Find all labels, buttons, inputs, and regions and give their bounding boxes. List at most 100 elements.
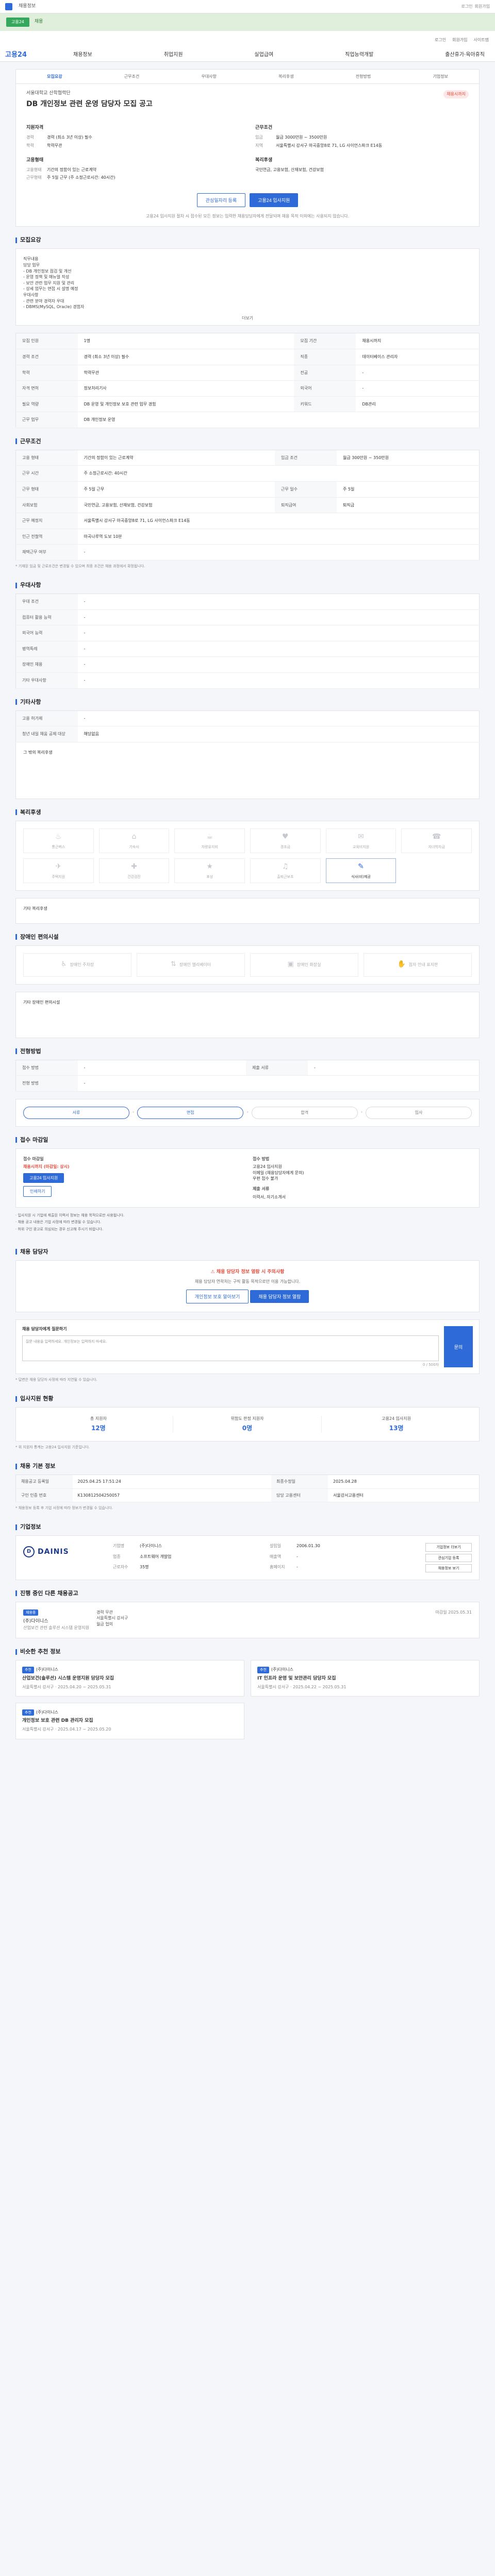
pref_table-row: 기타 우대사항 - [15,672,480,689]
banner-text: 채용 [34,19,43,25]
inquiry-submit-button[interactable]: 문의 [444,1326,473,1367]
process_table-row: 접수 방법 - 제출 서류 - [15,1060,480,1076]
table-key: 구인 인증 번호 [15,1488,73,1503]
desc-line: - 운영 정책 및 매뉴얼 작성 [23,275,70,280]
company-info-key: 매출액 [270,1554,282,1559]
status-badge: 채용시까지 [443,90,469,98]
recommend-card[interactable]: 추천 (주)다이니스 IT 인프라 운영 및 보안관리 담당자 모집 서울특별시 강서… [251,1660,480,1697]
inquiry-label: 채용 담당자에게 질문하기 [22,1327,67,1332]
summary-work-heading: 근무조건 [255,125,273,131]
stat-label: 고용24 입사지원 [382,1416,411,1421]
save-job-button[interactable]: 관심일자리 등록 [196,193,246,207]
company-fav-button[interactable]: 관심기업 등록 [425,1553,472,1562]
top-tab[interactable]: 채용정보 [14,2,40,11]
desc-line: 우대사항 [23,292,39,297]
apply-period-label: 접수 마감일 [23,1156,44,1161]
table-key: 병역특례 [15,641,78,657]
nav-unemployment-benefit[interactable]: 실업급여 [254,52,273,59]
util-login[interactable]: 로그인 [435,37,446,43]
nav-employment-support[interactable]: 취업지원 [164,52,183,59]
company-jobs-button[interactable]: 채용정보 보기 [425,1564,472,1572]
ongoing-job[interactable]: 채용중 (주)다이니스 산업보건 관련 솔루션 시스템 운영지원 경력 무관 서… [15,1601,480,1639]
welfare-icon: ☕ [206,833,213,841]
info-table: 채용공고 등록일 2025.04.25 17:51:24 최종수정일 2025.04.… [15,1475,480,1503]
util-signup[interactable]: 회원가입 [452,37,467,43]
nav-skills-dev[interactable]: 직업능력개발 [345,52,373,59]
step-arrow-icon: › [246,1110,249,1115]
tab-conditions[interactable]: 근무조건 [93,74,171,80]
tab-recruit[interactable]: 모집요강 [16,74,93,80]
top-login-link[interactable]: 로그인 [461,4,472,10]
company-more-button[interactable]: 기업정보 더보기 [425,1543,472,1552]
nav-jobs[interactable]: 채용정보 [73,52,92,59]
top-bar: 채용정보 로그인 회원가입 [0,0,495,13]
table-key: 근무 예정지 [15,513,78,529]
recruit_table-row: 경력 조건 경력 (최소 3년 이상) 필수 직종 데이터베이스 관리자 [15,349,480,365]
apply-button[interactable]: 고용24 입사지원 [250,193,299,207]
tab-process[interactable]: 전형방법 [325,74,402,80]
company-info-row: 매출액 - [270,1554,418,1562]
site-logo-icon[interactable] [5,3,12,10]
banner-bar: 고용24 채용 [0,13,495,31]
apply-method-label: 접수 방법 [253,1156,270,1161]
desc-line: - DB 개인정보 점검 및 개선 [23,268,72,274]
welfare-name: 통근버스 [52,844,65,849]
tab-company[interactable]: 기업정보 [402,74,479,80]
table-key: 학력 [15,365,78,381]
privacy-button[interactable]: 개인정보 보호 알아보기 [186,1290,249,1304]
kv-key: 학력 [26,143,34,148]
info-note: * 채용정보 등록 후 기업 사정에 따라 정보가 변경될 수 있습니다. [15,1506,113,1511]
table-key: 청년 내일 채움 공제 대상 [15,726,78,742]
recommend-card[interactable]: 추천 (주)다이니스 산업보건(솔루션) 시스템 운영지원 담당자 모집 서울특별시 … [15,1660,244,1697]
section-report: 채용 담당자 [15,1248,480,1256]
company-name: 서울대학교 산학협력단 [26,91,71,96]
section-facility: 장애인 편의시설 [15,933,480,941]
welfare-name: 경조금 [280,844,290,849]
util-sitemap[interactable]: 사이트맵 [474,37,489,43]
company-info-key: 근로자수 [113,1564,128,1569]
nav-parental-leave[interactable]: 출산휴가·육아휴직 [445,52,485,59]
inquiry-textarea[interactable]: 질문 내용을 입력하세요. 개인정보는 입력하지 마세요. [22,1335,439,1361]
desc-line: - 보안 관련 업무 지원 및 관리 [23,280,75,285]
description-more-button[interactable]: 더보기 [16,315,479,321]
tab-welfare[interactable]: 복리후생 [248,74,325,80]
company-info-row: 업종 소프트웨어 개발업 [113,1554,261,1562]
table-key: 인근 전철역 [15,529,78,545]
welfare-icon: ♨ [55,833,62,841]
tab-preference[interactable]: 우대사항 [170,74,248,80]
recommend-badge: 추천 [257,1667,269,1673]
welfare-item: ☕ 차량유지비 [174,828,245,853]
view-contact-button[interactable]: 채용 담당자 정보 열람 [250,1290,309,1303]
company-info-key: 기업명 [113,1544,125,1549]
table-key: 사회보험 [15,497,78,514]
stat-label: 총 지원자 [90,1416,107,1421]
contact-desc: 채용 담당자 연락처는 구직 활동 목적으로만 이용 가능합니다. [194,1279,301,1284]
top-signup-link[interactable]: 회원가입 [475,4,490,10]
apply-bullets: · 입사지원 시 기업에 제출된 이력서 정보는 채용 목적으로만 사용됩니다.… [15,1208,480,1238]
table-key: 기타 우대사항 [15,672,78,689]
table-value: 마곡나루역 도보 10분 [77,529,480,545]
apply-online-button[interactable]: 고용24 입사지원 [23,1173,64,1183]
recommend-card[interactable]: 추천 (주)다이니스 개인정보 보호 관련 DB 관리자 모집 서울특별시 강서구 ·… [15,1703,244,1739]
pref_table-row: 장애인 채용 - [15,656,480,673]
recommend-title: 개인정보 보호 관련 DB 관리자 모집 [22,1718,93,1724]
section-recommend: 비슷한 추천 정보 [15,1648,480,1656]
welfare-grid: ♨ 통근버스 ⌂ 기숙사 ☕ 차량유지비 ♥ 경조금 ✉ 교육비지원 ☎ 자녀학자금 ✈ 주택지원 ✚ 건강검… [15,820,480,891]
kv-value: 주 5일 근무 (주 소정근로시간: 40시간) [47,175,116,180]
section-company: 기업정보 [15,1523,480,1531]
brand-logo[interactable]: 고용24 [5,50,27,60]
other-table: 고용 허가제 - 청년 내일 채움 공제 대상 해당없음 [15,710,480,742]
step-arrow-icon: › [360,1110,363,1115]
table-value: - [77,641,480,657]
cond_table-row: 근무 형태 주 5일 근무 근무 일수 주 5일 [15,481,480,498]
welfare-item: ☎ 자녀학자금 [401,828,472,853]
table-value: - [356,365,480,381]
table-value: 2025.04.25 17:51:24 [72,1475,271,1489]
print-button[interactable]: 인쇄하기 [23,1185,52,1197]
company-info-row: 근로자수 35명 [113,1564,261,1572]
recommend-title: IT 인프라 운영 및 보안관리 담당자 모집 [257,1675,336,1681]
company-info-value: 2006.01.30 [296,1544,320,1549]
summary-emp-heading: 고용형태 [26,157,44,163]
process-step: 합격 [251,1106,358,1119]
ongoing-meta: 서울특별시 강서구 [96,1616,128,1621]
